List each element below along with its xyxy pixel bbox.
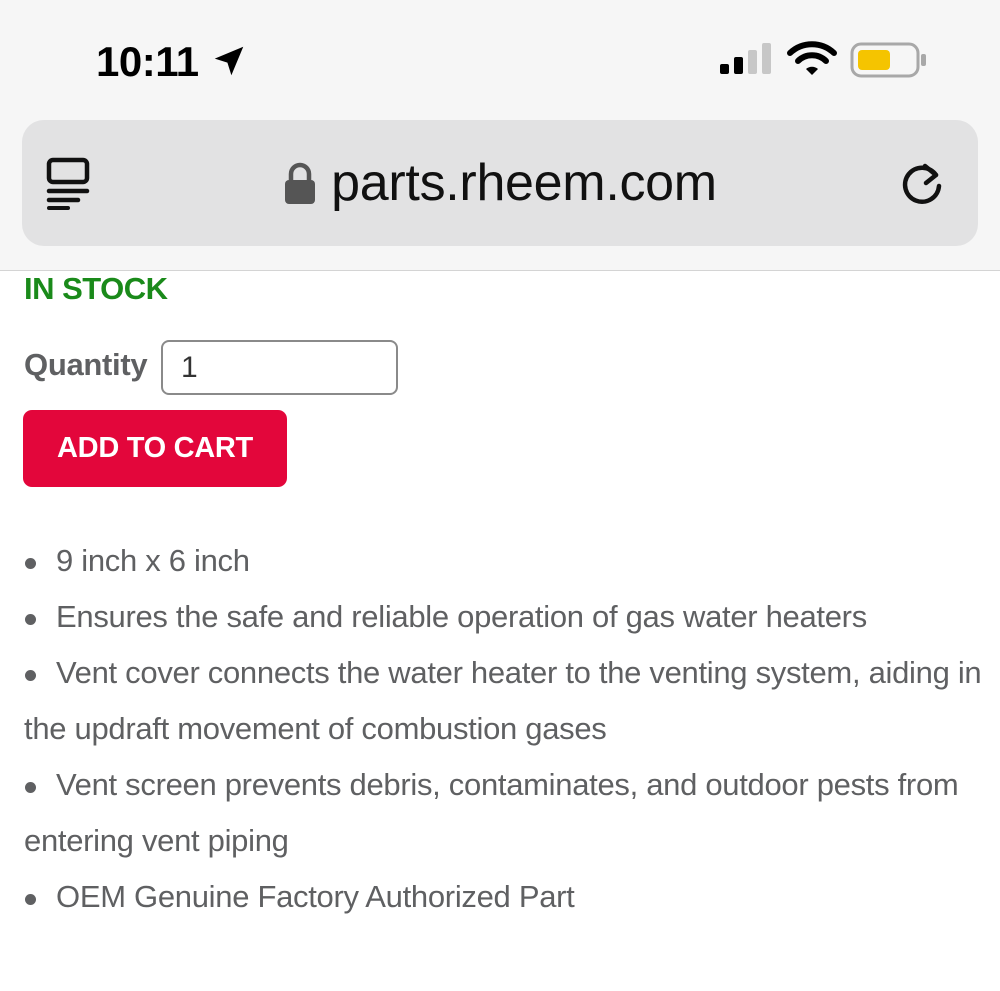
battery-icon bbox=[850, 42, 926, 78]
address-bar[interactable]: parts.rheem.com bbox=[22, 120, 978, 246]
feature-item: 9 inch x 6 inch bbox=[25, 543, 250, 578]
wifi-icon bbox=[787, 41, 837, 75]
feature-list: 9 inch x 6 inch Ensures the safe and rel… bbox=[24, 533, 984, 925]
url-display[interactable]: parts.rheem.com bbox=[22, 120, 978, 246]
feature-item: Vent cover connects the water heater to … bbox=[24, 655, 982, 746]
feature-item: Ensures the safe and reliable operation … bbox=[25, 599, 867, 634]
stock-status: IN STOCK bbox=[24, 271, 168, 306]
feature-item: Vent screen prevents debris, contaminate… bbox=[24, 767, 959, 858]
location-arrow-icon bbox=[214, 46, 244, 76]
feature-item: OEM Genuine Factory Authorized Part bbox=[25, 879, 575, 914]
cellular-signal-icon bbox=[720, 43, 771, 74]
browser-chrome: 10:11 parts.rheem.com bbox=[0, 0, 1000, 271]
reload-icon[interactable] bbox=[898, 158, 948, 208]
status-bar: 10:11 bbox=[0, 0, 1000, 110]
quantity-input[interactable] bbox=[161, 340, 398, 395]
status-time: 10:11 bbox=[96, 38, 199, 85]
add-to-cart-button[interactable]: ADD TO CART bbox=[23, 410, 287, 487]
url-text[interactable]: parts.rheem.com bbox=[331, 153, 717, 213]
lock-icon bbox=[285, 162, 316, 204]
quantity-label: Quantity bbox=[24, 347, 148, 382]
product-detail: IN STOCK Quantity ADD TO CART 9 inch x 6… bbox=[0, 271, 1000, 991]
